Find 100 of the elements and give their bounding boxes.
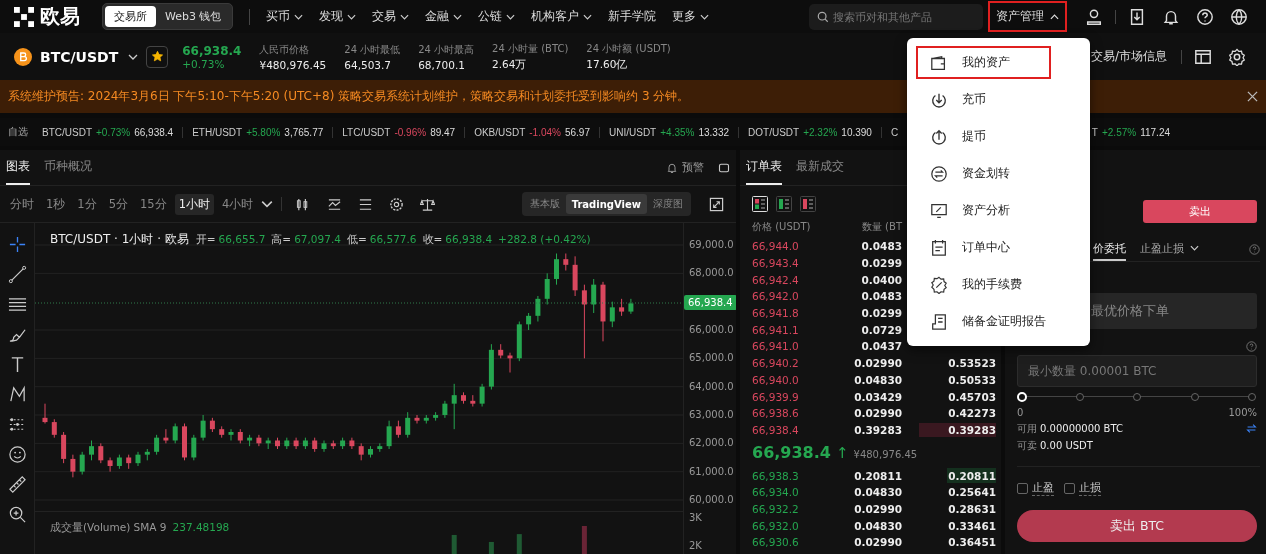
order-quantity: 0.03429 bbox=[853, 390, 902, 403]
order-book-tab[interactable]: 订单表 bbox=[746, 150, 782, 185]
chart-view-tab[interactable]: 深度图 bbox=[647, 194, 689, 214]
slider-step-dot[interactable] bbox=[1190, 393, 1199, 401]
expand-icon[interactable] bbox=[709, 196, 724, 212]
caret-icon[interactable] bbox=[261, 198, 274, 210]
mode-tab[interactable]: 交易所 bbox=[105, 6, 156, 27]
pattern-icon[interactable] bbox=[7, 385, 27, 404]
asset-menu-item[interactable]: 订单中心 bbox=[916, 231, 1081, 264]
ticker-price: 3,765.77 bbox=[284, 126, 324, 138]
ticker-symbol[interactable]: DOT/USDT bbox=[748, 126, 800, 138]
amount-field[interactable]: 最小数量 0.00001 BTC bbox=[1017, 355, 1257, 387]
checkbox-label[interactable]: 止损 bbox=[1079, 481, 1101, 496]
checkbox-label[interactable]: 止盈 bbox=[1032, 481, 1054, 496]
close-icon[interactable] bbox=[1247, 91, 1258, 102]
slider-step-dot[interactable] bbox=[1133, 393, 1141, 401]
crosshair-icon[interactable] bbox=[7, 235, 27, 254]
settings-icon[interactable] bbox=[389, 196, 405, 212]
price-axis-label: 65,000.0 bbox=[689, 352, 734, 364]
order-quantity: 0.0437 bbox=[860, 340, 902, 353]
checkbox[interactable] bbox=[1064, 483, 1075, 494]
checkbox[interactable] bbox=[1017, 483, 1028, 494]
swap-icon[interactable] bbox=[1246, 423, 1257, 434]
candlestick bbox=[107, 457, 113, 473]
zoom-in-icon[interactable] bbox=[7, 505, 27, 524]
volume-legend-label: 成交量(Volume) SMA 9 bbox=[50, 521, 167, 535]
asset-menu-item[interactable]: 资产分析 bbox=[916, 194, 1081, 227]
alert-button[interactable]: 预警 bbox=[682, 160, 704, 175]
ticker-symbol[interactable]: T bbox=[1091, 126, 1098, 138]
forecast-icon[interactable] bbox=[7, 415, 27, 434]
interval-button[interactable]: 1分 bbox=[73, 193, 101, 215]
ohlc-value: 66,655.7 bbox=[218, 233, 266, 245]
user-icon[interactable] bbox=[1085, 7, 1103, 26]
slider-step-dot[interactable] bbox=[1075, 393, 1084, 401]
favorite-button[interactable] bbox=[146, 45, 169, 68]
interval-button[interactable]: 1秒 bbox=[42, 193, 70, 215]
nav-menu-item[interactable]: 新手学院 bbox=[608, 8, 657, 25]
search-field[interactable]: 搜索币对和其他产品 bbox=[809, 3, 983, 30]
nav-menu-item[interactable]: 发现 bbox=[319, 8, 357, 25]
ticker-price: 66,938.4 bbox=[134, 126, 174, 138]
alert-bell-icon[interactable] bbox=[666, 161, 678, 174]
interval-button[interactable]: 15分 bbox=[136, 193, 171, 215]
list-icon[interactable] bbox=[358, 196, 374, 212]
candlestick bbox=[302, 437, 308, 450]
horizontal-lines-icon[interactable] bbox=[7, 295, 27, 314]
mode-tab[interactable]: Web3 钱包 bbox=[156, 6, 231, 27]
nav-menu-item[interactable]: 更多 bbox=[672, 8, 710, 25]
ticker-symbol[interactable]: ETH/USDT bbox=[192, 126, 243, 138]
order-quantity: 0.0299 bbox=[860, 307, 902, 320]
order-book-tab[interactable]: 最新成交 bbox=[796, 150, 844, 185]
asset-menu-item[interactable]: 提币 bbox=[916, 120, 1081, 153]
globe-icon[interactable] bbox=[1230, 7, 1248, 26]
trend-line-icon[interactable] bbox=[7, 265, 27, 284]
ticker-symbol[interactable]: LTC/USDT bbox=[342, 126, 391, 138]
nav-menu-item[interactable]: 机构客户 bbox=[531, 8, 593, 25]
scale-icon[interactable] bbox=[420, 196, 436, 212]
asset-menu-item[interactable]: 我的资产 bbox=[916, 46, 1051, 79]
candlestick bbox=[600, 281, 606, 342]
ticker-symbol[interactable]: OKB/USDT bbox=[474, 126, 526, 138]
caret-icon[interactable] bbox=[128, 53, 139, 60]
brand-name: 欧易 bbox=[40, 3, 80, 30]
square-icon[interactable] bbox=[718, 161, 730, 174]
chart-view-tab[interactable]: 基本版 bbox=[523, 194, 566, 214]
layout-icon[interactable] bbox=[1194, 47, 1212, 66]
ticker-symbol[interactable]: C bbox=[890, 126, 899, 138]
order-quantity: 0.0483 bbox=[860, 290, 902, 303]
chart-tab[interactable]: 币种概况 bbox=[44, 150, 92, 185]
book-layout-icon[interactable] bbox=[776, 196, 792, 212]
order-total: 0.20811 bbox=[947, 469, 996, 482]
market-info-link[interactable]: 交易/市场信息 bbox=[1090, 48, 1167, 65]
interval-button[interactable]: 分时 bbox=[6, 193, 38, 215]
indicator-icon[interactable] bbox=[327, 196, 343, 212]
order-type-tab[interactable]: 止盈止损 bbox=[1140, 237, 1199, 261]
sell-button[interactable]: 卖出 BTC bbox=[1017, 510, 1257, 542]
download-icon[interactable] bbox=[1128, 7, 1146, 26]
chart-view-tab[interactable]: TradingView bbox=[565, 194, 647, 214]
slider-thumb[interactable] bbox=[1017, 392, 1027, 402]
ticker-symbol[interactable]: BTC/USDT bbox=[42, 126, 92, 138]
sell-tab[interactable]: 卖出 bbox=[1143, 200, 1257, 223]
interval-button[interactable]: 1小时 bbox=[174, 193, 214, 215]
chart-tab[interactable]: 图表 bbox=[6, 150, 30, 185]
order-total: 0.45703 bbox=[947, 390, 996, 403]
ticker-symbol[interactable]: UNI/USDT bbox=[609, 126, 657, 138]
emoji-icon[interactable] bbox=[7, 445, 27, 464]
order-type-tab[interactable]: 价委托 bbox=[1093, 237, 1126, 261]
settings-icon[interactable] bbox=[1228, 47, 1246, 66]
trading-pair[interactable]: BTC/USDT bbox=[40, 48, 119, 65]
asset-menu-item[interactable]: 充币 bbox=[916, 83, 1081, 116]
asset-menu-item[interactable]: 资金划转 bbox=[916, 157, 1081, 190]
slider-step-dot[interactable] bbox=[1248, 393, 1256, 401]
nav-menu-item[interactable]: 买币 bbox=[266, 8, 304, 25]
order-quantity: 0.0483 bbox=[860, 240, 902, 253]
amount-slider[interactable] bbox=[1017, 391, 1257, 403]
interval-button[interactable]: 5分 bbox=[104, 193, 132, 215]
interval-button[interactable]: 4小时 bbox=[217, 193, 258, 215]
nav-menu-item[interactable]: 公链 bbox=[478, 8, 516, 25]
nav-menu-item[interactable]: 交易 bbox=[372, 8, 410, 25]
asset-management-button[interactable]: 资产管理 bbox=[988, 1, 1067, 32]
ruler-icon[interactable] bbox=[7, 475, 27, 494]
nav-menu-item[interactable]: 金融 bbox=[425, 8, 463, 25]
